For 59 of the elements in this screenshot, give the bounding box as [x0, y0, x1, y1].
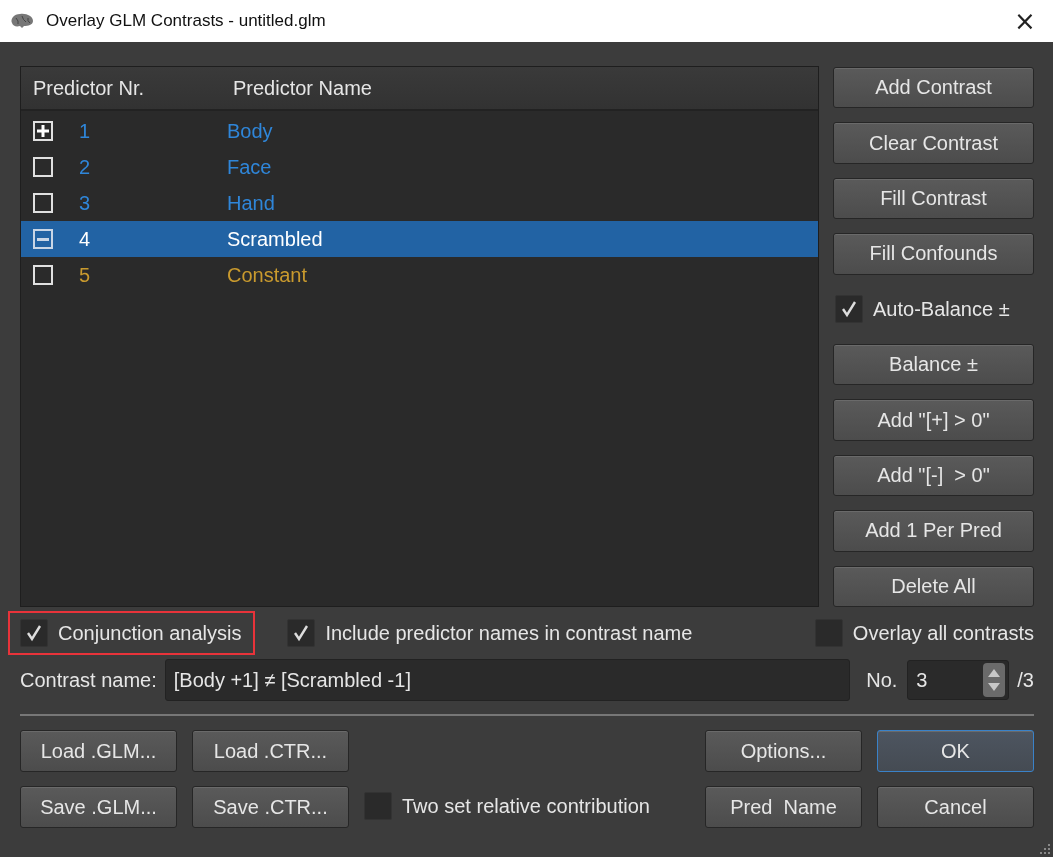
- total-count: /3: [1017, 668, 1034, 692]
- column-header[interactable]: Predictor Name: [233, 76, 372, 100]
- checkbox[interactable]: [835, 295, 863, 324]
- action-button[interactable]: Add 1 Per Pred: [833, 510, 1034, 552]
- weight-checkbox[interactable]: [33, 157, 53, 177]
- file-button[interactable]: Load .GLM...: [20, 730, 177, 772]
- predictor-name: Constant: [227, 263, 308, 287]
- check-icon: [292, 624, 311, 642]
- predictor-number: 5: [78, 263, 92, 287]
- checkbox-label: Include predictor names in contrast name: [325, 621, 693, 645]
- dialog-button[interactable]: Options...: [705, 730, 862, 772]
- checkbox[interactable]: [20, 619, 48, 647]
- checkbox-label: Auto-Balance ±: [873, 297, 1010, 321]
- action-button[interactable]: Add "[-] > 0": [833, 454, 1034, 497]
- predictor-name: Scrambled: [227, 227, 323, 251]
- number-field[interactable]: 3: [908, 667, 983, 693]
- weight-checkbox[interactable]: [33, 193, 53, 213]
- predictor-number: 1: [78, 119, 92, 143]
- check-icon: [840, 300, 858, 319]
- brain-icon: [10, 13, 34, 29]
- field-label: No.: [866, 668, 898, 692]
- window-title: Overlay GLM Contrasts - untitled.glm: [46, 11, 326, 31]
- file-button[interactable]: Save .GLM...: [20, 786, 177, 828]
- checkbox-label: Overlay all contrasts: [852, 621, 1034, 645]
- resize-grip-icon[interactable]: [1039, 843, 1051, 855]
- predictor-row[interactable]: 3 Hand: [21, 185, 818, 221]
- action-button[interactable]: Fill Contrast: [833, 177, 1034, 220]
- check-icon: [25, 624, 43, 642]
- checkbox[interactable]: [287, 619, 316, 647]
- predictor-name: Body: [227, 119, 273, 143]
- predictor-number: 4: [78, 227, 92, 251]
- action-button[interactable]: Add "[+] > 0": [833, 399, 1034, 441]
- checkbox-label: Conjunction analysis: [58, 621, 242, 645]
- checkbox-label: Two set relative contribution: [402, 794, 650, 818]
- predictor-number: 2: [78, 155, 92, 179]
- field-label: Contrast name:: [20, 668, 157, 692]
- dialog-button[interactable]: Cancel: [877, 786, 1034, 828]
- action-button[interactable]: Clear Contrast: [833, 122, 1034, 164]
- contrast-name-field[interactable]: [Body +1] ≠ [Scrambled -1]: [164, 659, 851, 701]
- column-header[interactable]: Predictor Nr.: [21, 76, 233, 100]
- predictor-row[interactable]: 2 Face: [21, 149, 818, 185]
- dialog-button[interactable]: OK: [877, 730, 1034, 772]
- weight-checkbox[interactable]: [33, 229, 53, 249]
- file-button[interactable]: Load .CTR...: [192, 730, 349, 772]
- action-button[interactable]: Fill Confounds: [833, 233, 1034, 275]
- dialog-button[interactable]: Pred Name: [705, 786, 862, 828]
- file-button[interactable]: Save .CTR...: [192, 786, 349, 828]
- predictor-number: 3: [78, 191, 92, 215]
- predictor-row[interactable]: 5 Constant: [21, 257, 818, 293]
- predictor-name: Face: [227, 155, 272, 179]
- predictor-row[interactable]: 1 Body: [21, 113, 818, 149]
- action-button[interactable]: Add Contrast: [833, 67, 1034, 109]
- action-button[interactable]: Balance ±: [833, 343, 1034, 386]
- weight-checkbox[interactable]: [33, 265, 53, 285]
- number-spinner[interactable]: 3: [907, 660, 1010, 700]
- spinner-arrows-icon[interactable]: [983, 663, 1006, 697]
- action-button[interactable]: Delete All: [833, 565, 1034, 607]
- predictor-name: Hand: [227, 191, 275, 215]
- predictor-row[interactable]: 4 Scrambled: [21, 221, 818, 257]
